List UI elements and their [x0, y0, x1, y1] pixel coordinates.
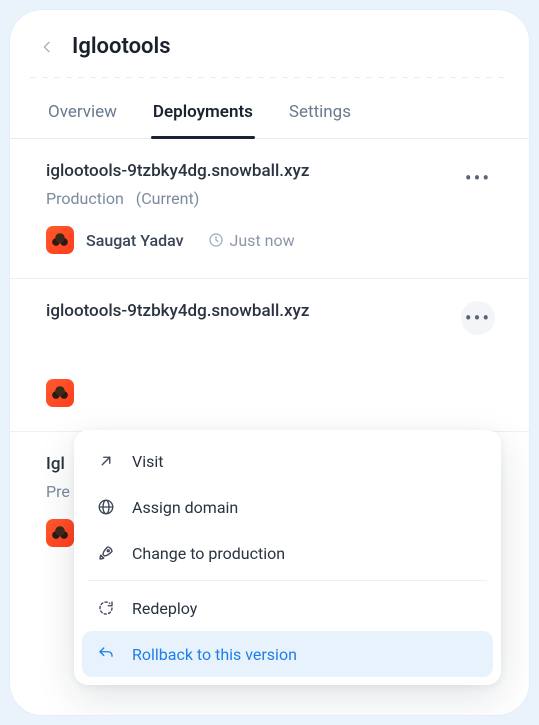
globe-icon	[96, 497, 116, 517]
tab-settings[interactable]: Settings	[287, 88, 353, 138]
back-button[interactable]	[38, 38, 56, 56]
menu-redeploy[interactable]: Redeploy	[82, 585, 493, 631]
avatar	[46, 519, 74, 547]
deployment-author-row	[46, 379, 493, 407]
deployment-author-row: Saugat Yadav Just now	[46, 226, 493, 254]
time-text: Just now	[230, 231, 295, 250]
menu-visit[interactable]: Visit	[82, 438, 493, 484]
rocket-icon	[96, 543, 116, 563]
avatar	[46, 226, 74, 254]
deployment-item: iglootools-9tzbky4dg.snowball.xyz Produc…	[10, 139, 529, 279]
more-button[interactable]: •••	[461, 161, 495, 195]
more-button[interactable]: •••	[461, 301, 495, 335]
deployment-url[interactable]: iglootools-9tzbky4dg.snowball.xyz	[46, 301, 493, 321]
menu-label: Visit	[132, 452, 163, 471]
deployment-env: Pre	[46, 482, 70, 501]
refresh-icon	[96, 598, 116, 618]
menu-separator	[88, 580, 487, 581]
page-title: Iglootools	[72, 34, 171, 59]
context-menu: Visit Assign domain Change to production…	[74, 430, 501, 685]
menu-label: Change to production	[132, 544, 285, 563]
author-name: Saugat Yadav	[86, 231, 184, 250]
deployment-url[interactable]: iglootools-9tzbky4dg.snowball.xyz	[46, 161, 493, 181]
undo-icon	[96, 644, 116, 664]
deployment-current: (Current)	[136, 189, 200, 208]
divider	[30, 77, 509, 78]
avatar	[46, 379, 74, 407]
header: Iglootools	[10, 10, 529, 77]
menu-assign-domain[interactable]: Assign domain	[82, 484, 493, 530]
arrow-up-right-icon	[96, 451, 116, 471]
deployment-item: iglootools-9tzbky4dg.snowball.xyz •••	[10, 279, 529, 432]
tab-overview[interactable]: Overview	[46, 88, 119, 138]
menu-label: Assign domain	[132, 498, 238, 517]
deployment-meta: Production (Current)	[46, 189, 493, 208]
menu-change-production[interactable]: Change to production	[82, 530, 493, 576]
app-frame: Iglootools Overview Deployments Settings…	[10, 10, 529, 715]
deployment-env: Production	[46, 189, 124, 208]
tabs: Overview Deployments Settings	[10, 88, 529, 139]
tab-deployments[interactable]: Deployments	[151, 88, 255, 138]
menu-label: Redeploy	[132, 599, 197, 618]
clock-icon	[208, 232, 224, 248]
deployment-timestamp: Just now	[208, 231, 295, 250]
menu-rollback[interactable]: Rollback to this version	[82, 631, 493, 677]
menu-label: Rollback to this version	[132, 645, 297, 664]
